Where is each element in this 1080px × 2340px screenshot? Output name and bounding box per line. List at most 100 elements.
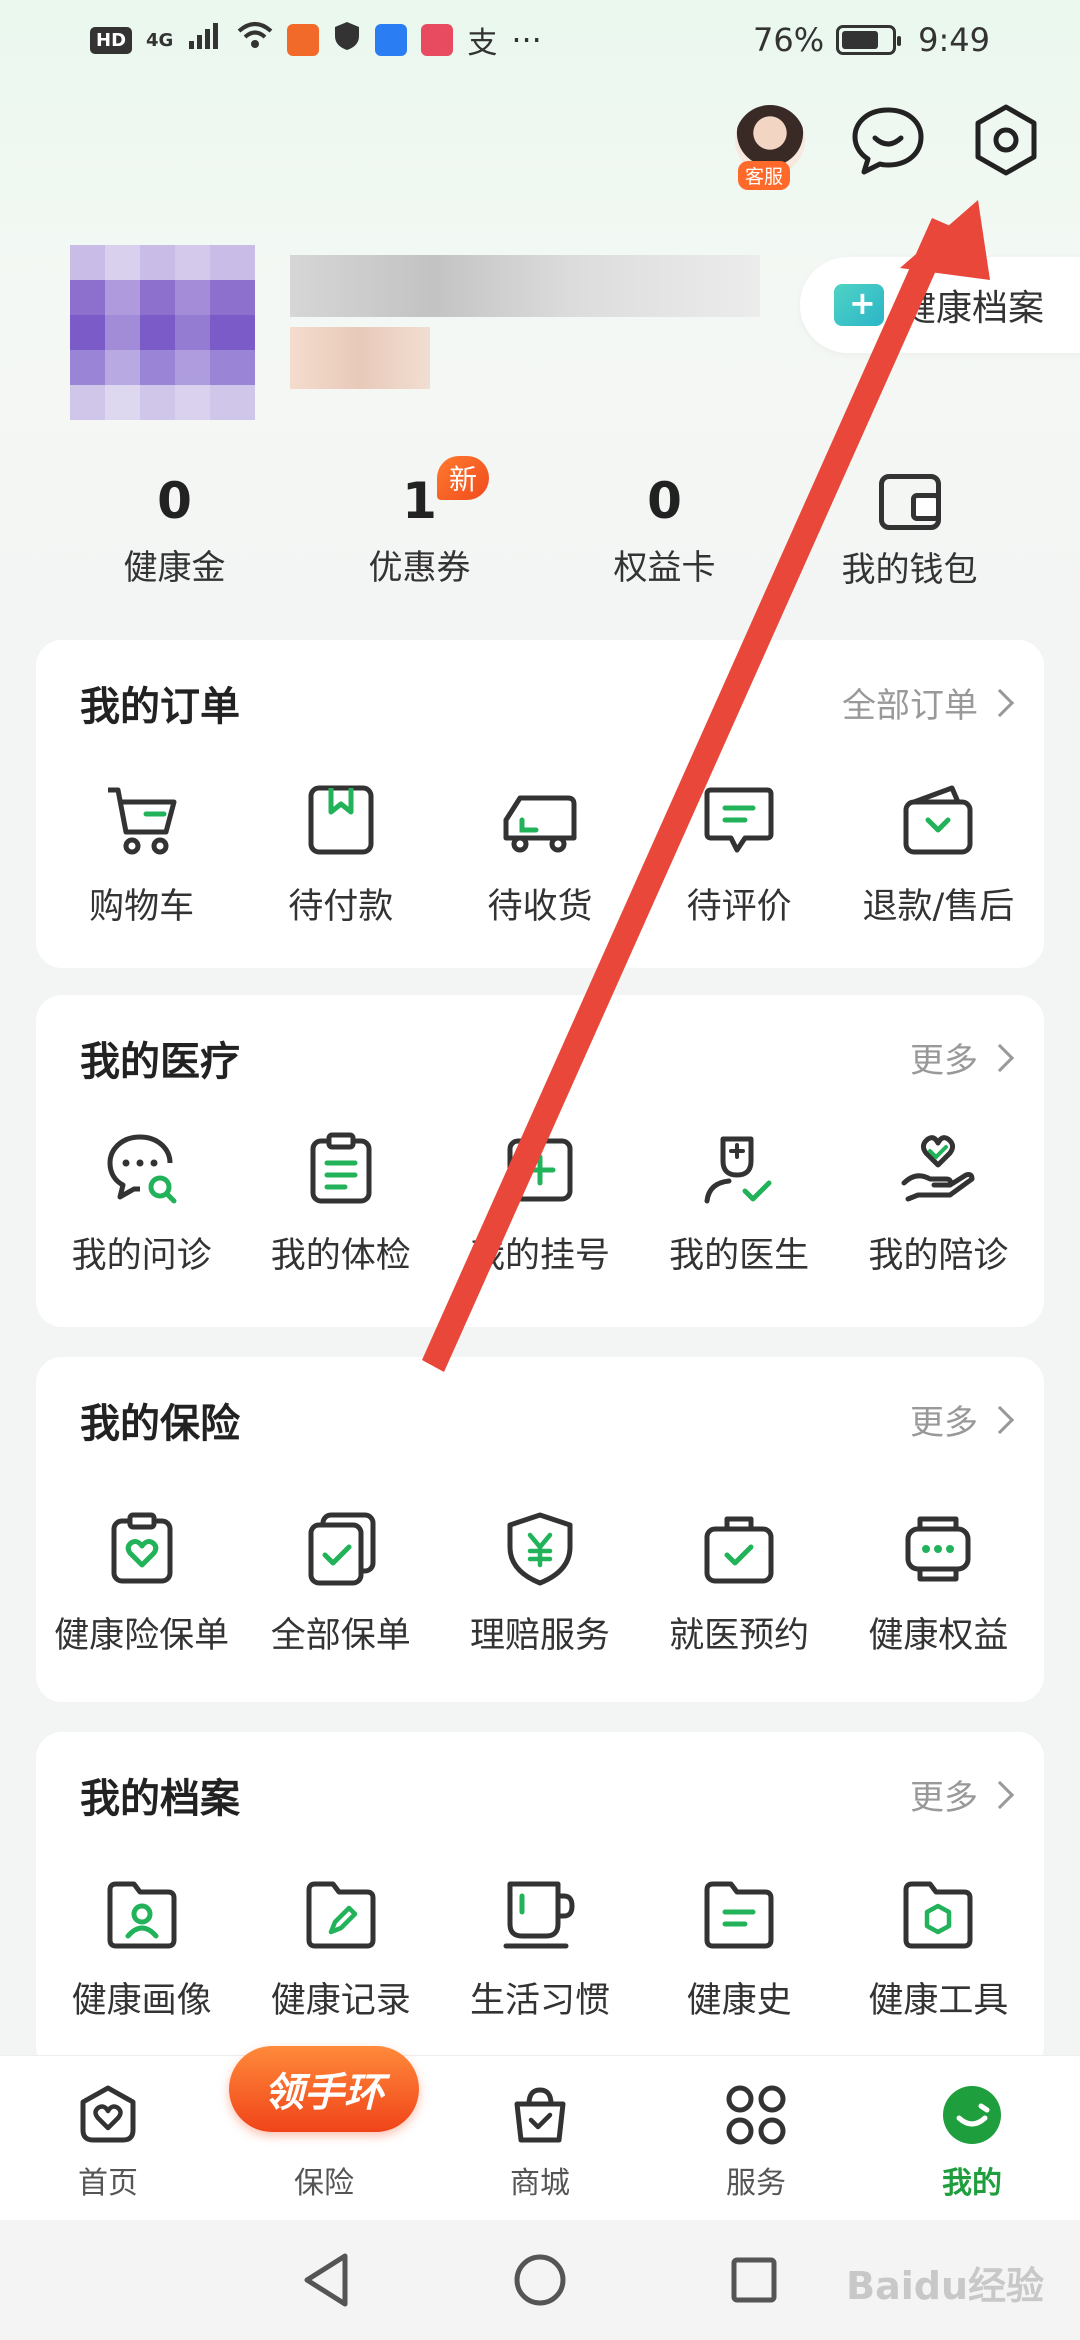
all-policies-icon [308, 1512, 376, 1586]
home-icon [80, 2085, 136, 2143]
grid-icon [726, 2085, 786, 2145]
more-label: 更多 [910, 1778, 978, 1818]
order-item-refund[interactable]: 退款/售后 [843, 778, 1033, 929]
stat-wallet[interactable]: 我的钱包 [787, 470, 1032, 600]
nav-mall[interactable]: 商城 [432, 2056, 648, 2220]
back-icon[interactable] [301, 2252, 351, 2308]
item-label: 生活习惯 [469, 1981, 610, 2021]
stat-benefit-cards[interactable]: 0 权益卡 [542, 470, 787, 600]
policy-icon [111, 1512, 173, 1584]
medical-item-registration[interactable]: 我的挂号 [445, 1127, 635, 1278]
nav-mine[interactable]: 我的 [864, 2056, 1080, 2220]
medical-more-link[interactable]: 更多 [910, 1033, 1015, 1082]
stat-health-gold[interactable]: 0 健康金 [52, 470, 297, 600]
item-label: 就医预约 [669, 1616, 810, 1656]
insurance-item-health-policy[interactable]: 健康险保单 [47, 1507, 237, 1658]
user-name-redacted [290, 255, 760, 317]
item-label: 我的问诊 [71, 1236, 212, 1276]
wallet-pending-icon [308, 785, 374, 855]
settings-button[interactable] [966, 100, 1046, 180]
user-avatar[interactable] [70, 245, 255, 420]
item-label: 待付款 [288, 887, 394, 927]
hd-indicator: HD [90, 26, 133, 54]
nav-label: 我的 [942, 2166, 1002, 2201]
item-label: 健康险保单 [54, 1616, 230, 1656]
history-icon [704, 1881, 774, 1949]
user-info-redacted [290, 327, 430, 389]
insurance-item-all-policies[interactable]: 全部保单 [246, 1507, 436, 1658]
more-notifications: ··· [511, 21, 542, 59]
item-label: 健康画像 [71, 1981, 212, 2021]
smile-face-icon [943, 2086, 1001, 2144]
medical-item-checkup[interactable]: 我的体检 [246, 1127, 436, 1278]
customer-service-badge: 客服 [738, 161, 791, 190]
truck-icon [503, 795, 577, 853]
message-icon [852, 107, 924, 175]
medical-item-doctor[interactable]: 我的医生 [644, 1127, 834, 1278]
network-type: 4G [146, 29, 174, 51]
shield-icon [333, 20, 361, 60]
order-item-pending-payment[interactable]: 待付款 [246, 778, 436, 929]
archive-item-record[interactable]: 健康记录 [246, 1872, 436, 2023]
escort-icon [901, 1135, 975, 1202]
health-folder-icon [834, 284, 884, 326]
stat-label: 我的钱包 [841, 550, 978, 590]
insurance-item-benefits[interactable]: 健康权益 [843, 1507, 1033, 1658]
order-item-pending-review[interactable]: 待评价 [644, 778, 834, 929]
top-actions: 客服 [730, 100, 1046, 190]
new-badge: 新 [437, 456, 490, 500]
record-icon [306, 1881, 376, 1949]
stat-value: 1 [402, 472, 437, 530]
archive-item-habits[interactable]: 生活习惯 [445, 1872, 635, 2023]
profile-section: 健康档案 [70, 215, 1080, 420]
archive-item-tools[interactable]: 健康工具 [843, 1872, 1033, 2023]
order-item-cart[interactable]: 购物车 [47, 778, 237, 929]
order-item-pending-delivery[interactable]: 待收货 [445, 778, 635, 929]
nav-services[interactable]: 服务 [648, 2056, 864, 2220]
stat-value: 0 [647, 472, 682, 530]
item-label: 理赔服务 [469, 1616, 610, 1656]
wallet-icon [878, 474, 941, 530]
nav-label: 服务 [726, 2166, 786, 2201]
chevron-right-icon [985, 1405, 1015, 1434]
nav-label: 保险 [294, 2166, 354, 2201]
item-label: 待收货 [487, 887, 593, 927]
battery-icon [836, 25, 902, 55]
card-title: 我的保险 [80, 1401, 240, 1447]
archive-more-link[interactable]: 更多 [910, 1770, 1015, 1819]
health-file-button[interactable]: 健康档案 [800, 257, 1080, 353]
promo-bracelet-badge[interactable]: 领手环 [229, 2046, 419, 2132]
medical-item-consult[interactable]: 我的问诊 [47, 1127, 237, 1278]
recents-icon[interactable] [729, 2255, 779, 2305]
archive-item-portrait[interactable]: 健康画像 [47, 1872, 237, 2023]
chevron-right-icon [985, 1780, 1015, 1809]
item-label: 待评价 [686, 887, 792, 927]
nav-home[interactable]: 首页 [0, 2056, 216, 2220]
insurance-item-claims[interactable]: 理赔服务 [445, 1507, 635, 1658]
all-orders-link[interactable]: 全部订单 [842, 678, 1015, 727]
insurance-more-link[interactable]: 更多 [910, 1395, 1015, 1444]
archive-item-history[interactable]: 健康史 [644, 1872, 834, 2023]
bottom-nav: 首页 领手环 保险 商城 服务 我的 [0, 2046, 1080, 2220]
item-label: 健康记录 [270, 1981, 411, 2021]
tools-icon [903, 1881, 973, 1949]
habit-icon [503, 1881, 575, 1949]
comment-icon [704, 787, 774, 853]
insurance-item-appointment[interactable]: 就医预约 [644, 1507, 834, 1658]
customer-service-button[interactable]: 客服 [730, 100, 810, 190]
watermark: Baidu经验 [846, 2264, 1044, 2308]
checkup-icon [310, 1132, 372, 1204]
message-button[interactable] [848, 100, 928, 180]
item-label: 购物车 [89, 887, 195, 927]
home-circle-icon[interactable] [512, 2252, 568, 2308]
alipay-icon: 支 [467, 26, 498, 61]
wifi-icon [237, 21, 273, 59]
appointment-icon [704, 1516, 774, 1584]
clock: 9:49 [918, 21, 990, 59]
nav-label: 首页 [78, 2166, 138, 2201]
medical-item-escort[interactable]: 我的陪诊 [843, 1127, 1033, 1278]
health-file-label: 健康档案 [900, 288, 1045, 329]
stat-coupons[interactable]: 1 新 优惠券 [297, 456, 542, 600]
nav-insurance[interactable]: 领手环 保险 [216, 2046, 432, 2220]
claim-icon [507, 1512, 573, 1586]
